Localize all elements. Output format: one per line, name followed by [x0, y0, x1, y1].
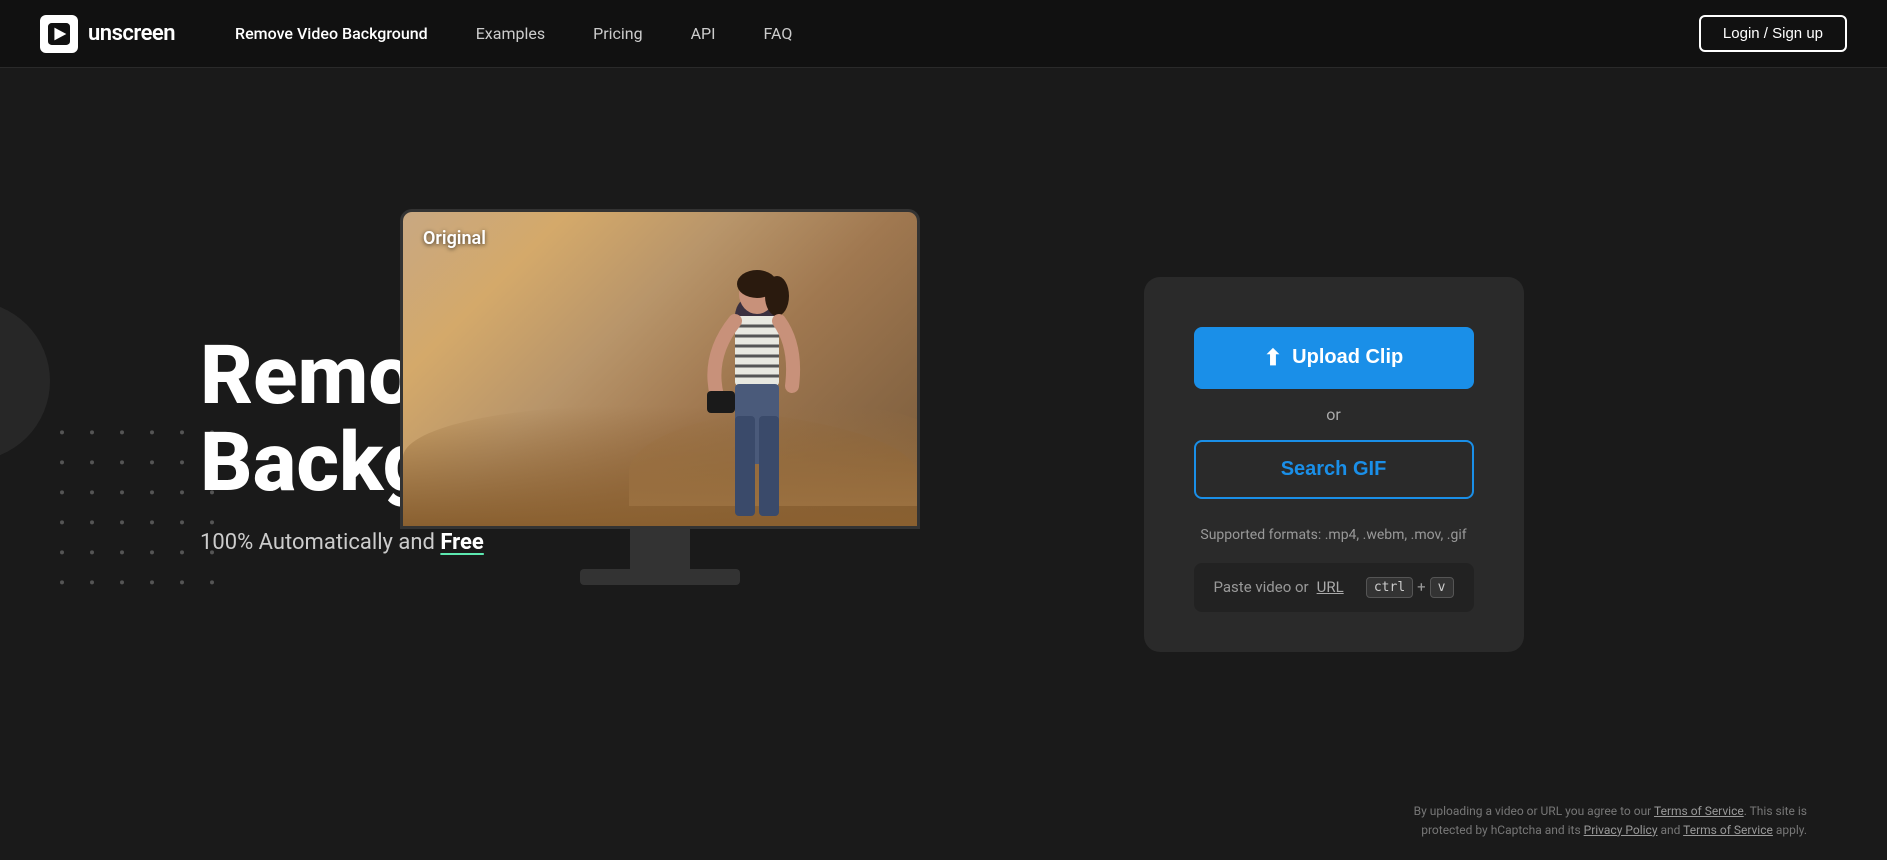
main-content: Remove Video Background 100% Automatical…	[0, 0, 1887, 860]
navbar: unscreen Remove Video Background Example…	[0, 0, 1887, 68]
dot	[180, 580, 184, 584]
upload-icon: ⬆	[1264, 345, 1282, 371]
nav-faq[interactable]: FAQ	[763, 24, 792, 43]
dot	[60, 580, 64, 584]
dot	[150, 550, 154, 554]
nav-api[interactable]: API	[691, 24, 716, 43]
dot	[120, 580, 124, 584]
person-silhouette	[667, 236, 847, 526]
dot	[120, 490, 124, 494]
footer-and-text: and	[1658, 823, 1684, 837]
logo-icon	[40, 15, 78, 53]
dot	[180, 520, 184, 524]
upload-btn-label: Upload Clip	[1292, 346, 1403, 369]
video-label: Original	[423, 228, 486, 249]
dot	[90, 490, 94, 494]
dot	[150, 430, 154, 434]
nav-right: Login / Sign up	[1699, 15, 1847, 52]
dot	[120, 550, 124, 554]
plus-sign: +	[1417, 578, 1426, 596]
dot	[150, 490, 154, 494]
footer-note: By uploading a video or URL you agree to…	[1387, 802, 1807, 840]
dot	[60, 460, 64, 464]
dot	[90, 520, 94, 524]
search-gif-button[interactable]: Search GIF	[1194, 440, 1474, 499]
dot	[150, 460, 154, 464]
footer-text-prefix: By uploading a video or URL you agree to…	[1414, 804, 1654, 818]
dot	[180, 550, 184, 554]
dot	[180, 430, 184, 434]
dot	[60, 520, 64, 524]
login-button[interactable]: Login / Sign up	[1699, 15, 1847, 52]
dot	[90, 460, 94, 464]
ctrl-key: ctrl	[1366, 577, 1413, 598]
dot	[90, 550, 94, 554]
supported-formats: Supported formats: .mp4, .webm, .mov, .g…	[1200, 527, 1466, 543]
dot	[90, 580, 94, 584]
upload-clip-button[interactable]: ⬆ Upload Clip	[1194, 327, 1474, 389]
keyboard-shortcut: ctrl + v	[1366, 577, 1454, 598]
monitor-screen: Original	[400, 209, 920, 529]
dot	[150, 520, 154, 524]
footer-privacy-link[interactable]: Privacy Policy	[1584, 823, 1658, 837]
monitor-preview: Original	[400, 209, 920, 585]
url-label[interactable]: URL	[1317, 578, 1344, 596]
left-section: Remove Video Background 100% Automatical…	[0, 273, 820, 654]
footer-tos2-link[interactable]: Terms of Service	[1683, 823, 1773, 837]
right-section: ⬆ Upload Clip or Search GIF Supported fo…	[820, 217, 1887, 712]
upload-card: ⬆ Upload Clip or Search GIF Supported fo…	[1144, 277, 1524, 652]
dot	[120, 520, 124, 524]
v-key: v	[1430, 577, 1454, 598]
nav-examples[interactable]: Examples	[476, 24, 545, 43]
footer-tos-link[interactable]: Terms of Service	[1654, 804, 1744, 818]
dot	[60, 490, 64, 494]
paste-bar: Paste video or URL ctrl + v	[1194, 563, 1474, 612]
dot	[120, 430, 124, 434]
dot	[120, 460, 124, 464]
logo-text: unscreen	[88, 21, 175, 46]
or-divider: or	[1326, 405, 1341, 424]
nav-links: Remove Video Background Examples Pricing…	[235, 24, 1699, 43]
dot	[150, 580, 154, 584]
video-image	[403, 212, 917, 526]
dot	[180, 490, 184, 494]
paste-label: Paste video or	[1214, 578, 1309, 596]
dot	[60, 550, 64, 554]
dot	[90, 430, 94, 434]
logo-link[interactable]: unscreen	[40, 15, 175, 53]
nav-pricing[interactable]: Pricing	[593, 24, 643, 43]
footer-end-text: apply.	[1773, 823, 1807, 837]
monitor-base	[580, 569, 740, 585]
dot	[60, 430, 64, 434]
monitor-stand	[630, 529, 690, 569]
dot	[210, 580, 214, 584]
dot	[180, 460, 184, 464]
nav-remove-video-bg[interactable]: Remove Video Background	[235, 24, 428, 43]
